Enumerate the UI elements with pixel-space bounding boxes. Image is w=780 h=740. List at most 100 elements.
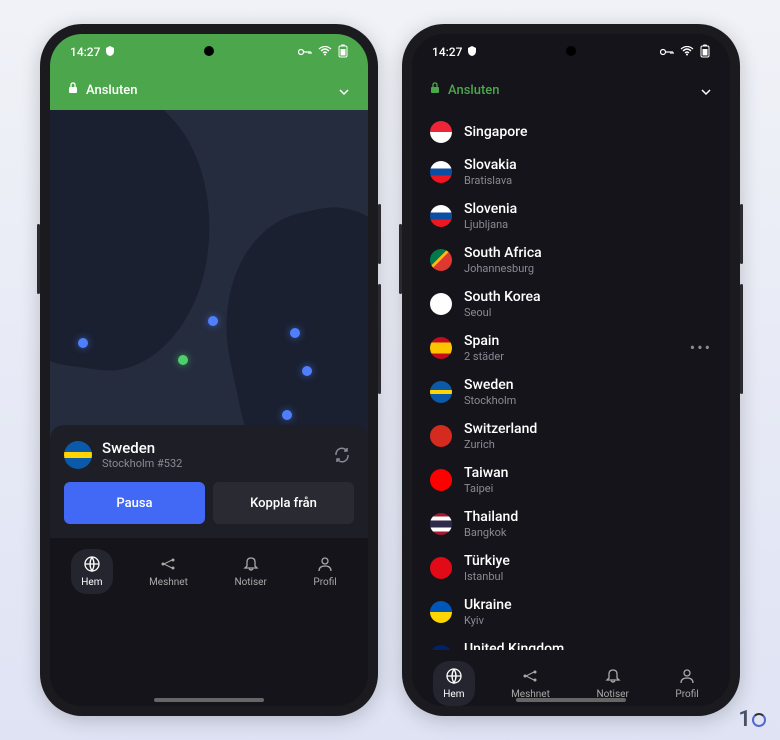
flag-icon <box>430 601 452 623</box>
flag-icon <box>430 249 452 271</box>
nav-label: Profil <box>313 577 336 588</box>
camera-notch <box>566 46 576 56</box>
phone-map-view: 14:27 Ansluten <box>40 24 378 716</box>
nav-meshnet[interactable]: Meshnet <box>139 549 198 594</box>
country-sub: Johannesburg <box>464 262 712 275</box>
country-name: Türkiye <box>464 553 712 570</box>
flag-icon <box>430 121 452 143</box>
flag-icon <box>430 337 452 359</box>
globe-icon <box>445 667 463 685</box>
country-sub: Bratislava <box>464 174 712 187</box>
country-row[interactable]: TürkiyeIstanbul <box>412 546 730 590</box>
bell-icon <box>242 555 260 573</box>
country-name: Taiwan <box>464 465 712 482</box>
nav-label: Hem <box>443 689 464 700</box>
vpn-status-icon <box>467 45 477 59</box>
connected-country: Sweden <box>102 439 320 457</box>
flag-icon <box>430 469 452 491</box>
connection-card: Sweden Stockholm #532 Pausa Koppla från <box>50 425 368 538</box>
nav-profile[interactable]: Profil <box>665 661 708 706</box>
country-row[interactable]: ThailandBangkok <box>412 502 730 546</box>
flag-icon <box>430 557 452 579</box>
battery-icon <box>700 44 710 61</box>
country-sub: Ljubljana <box>464 218 712 231</box>
flag-icon <box>430 381 452 403</box>
disconnect-button[interactable]: Koppla från <box>213 482 354 524</box>
country-name: United Kingdom <box>464 641 678 650</box>
country-sub: Kyiv <box>464 614 712 627</box>
more-icon[interactable]: ••• <box>690 646 712 650</box>
battery-icon <box>338 44 348 61</box>
country-name: Slovenia <box>464 201 712 218</box>
country-row[interactable]: UkraineKyiv <box>412 590 730 634</box>
lock-icon <box>430 82 440 98</box>
connection-header[interactable]: Ansluten <box>50 70 368 110</box>
country-list[interactable]: SingaporeSlovakiaBratislavaSloveniaLjubl… <box>412 110 730 650</box>
country-name: Sweden <box>464 377 712 394</box>
lock-icon <box>68 82 78 98</box>
home-bar[interactable] <box>516 698 626 702</box>
flag-icon <box>430 205 452 227</box>
nav-label: Notiser <box>234 577 266 588</box>
wifi-icon <box>680 45 694 59</box>
chevron-down-icon[interactable] <box>338 81 350 100</box>
nav-home[interactable]: Hem <box>71 549 112 594</box>
country-row[interactable]: SloveniaLjubljana <box>412 194 730 238</box>
flag-icon <box>430 161 452 183</box>
refresh-button[interactable] <box>330 443 354 467</box>
country-name: Slovakia <box>464 157 712 174</box>
wifi-icon <box>318 45 332 59</box>
flag-icon <box>430 513 452 535</box>
country-name: Thailand <box>464 509 712 526</box>
country-row[interactable]: Spain2 städer ••• <box>412 326 730 370</box>
connection-header[interactable]: Ansluten <box>412 70 730 110</box>
key-icon <box>298 45 312 59</box>
country-row[interactable]: South KoreaSeoul <box>412 282 730 326</box>
country-sub: Zurich <box>464 438 712 451</box>
watermark-logo: 1 <box>738 707 766 732</box>
status-time: 14:27 <box>432 45 462 59</box>
country-row[interactable]: SlovakiaBratislava <box>412 150 730 194</box>
country-sub: Bangkok <box>464 526 712 539</box>
nav-label: Hem <box>81 577 102 588</box>
country-sub: Stockholm <box>464 394 712 407</box>
country-row[interactable]: United Kingdom4 städer••• <box>412 634 730 650</box>
flag-icon <box>430 293 452 315</box>
connected-server: Stockholm #532 <box>102 457 320 470</box>
country-row[interactable]: Singapore <box>412 114 730 150</box>
connection-status: Ansluten <box>448 83 500 98</box>
chevron-down-icon[interactable] <box>700 81 712 100</box>
camera-notch <box>204 46 214 56</box>
server-map[interactable]: Sweden Stockholm #532 Pausa Koppla från <box>50 110 368 538</box>
nav-profile[interactable]: Profil <box>303 549 346 594</box>
home-bar[interactable] <box>154 698 264 702</box>
bell-icon <box>604 667 622 685</box>
country-sub: Taipei <box>464 482 712 495</box>
country-row[interactable]: SwedenStockholm <box>412 370 730 414</box>
nav-label: Meshnet <box>149 577 188 588</box>
country-row[interactable]: TaiwanTaipei <box>412 458 730 502</box>
country-row[interactable]: SwitzerlandZurich <box>412 414 730 458</box>
pause-button[interactable]: Pausa <box>64 482 205 524</box>
status-time: 14:27 <box>70 45 100 59</box>
nav-notifications[interactable]: Notiser <box>224 549 276 594</box>
nav-label: Profil <box>675 689 698 700</box>
country-sub: Seoul <box>464 306 712 319</box>
country-name: Ukraine <box>464 597 712 614</box>
globe-icon <box>83 555 101 573</box>
country-sub: 2 städer <box>464 350 678 363</box>
profile-icon <box>678 667 696 685</box>
country-name: Singapore <box>464 124 712 141</box>
meshnet-icon <box>521 667 539 685</box>
nav-home[interactable]: Hem <box>433 661 474 706</box>
country-name: South Korea <box>464 289 712 306</box>
more-icon[interactable]: ••• <box>690 338 712 357</box>
country-sub: Istanbul <box>464 570 712 583</box>
country-name: Spain <box>464 333 678 350</box>
flag-icon <box>64 441 92 469</box>
vpn-status-icon <box>105 45 115 59</box>
country-name: Switzerland <box>464 421 712 438</box>
country-row[interactable]: South AfricaJohannesburg <box>412 238 730 282</box>
key-icon <box>660 45 674 59</box>
flag-icon <box>430 425 452 447</box>
